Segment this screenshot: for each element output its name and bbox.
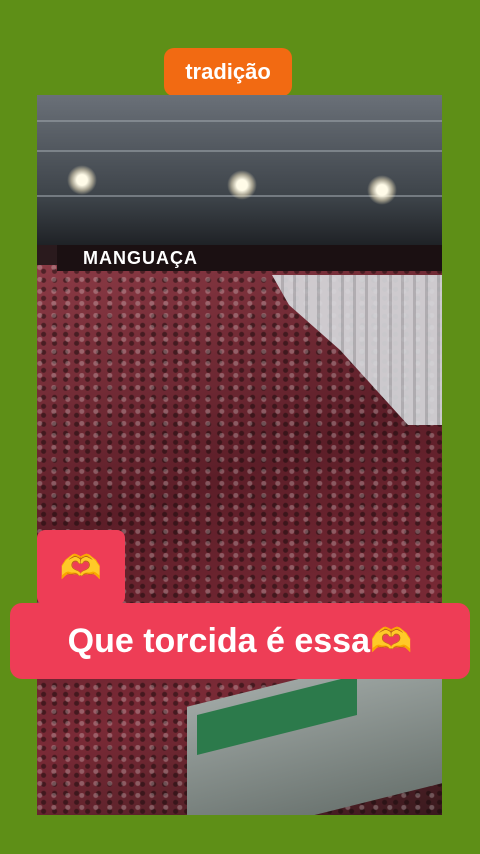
tag-label: tradição (164, 48, 292, 96)
stadium-light (227, 170, 257, 200)
stadium-light (367, 175, 397, 205)
caption-text: Que torcida é essa🫶 (10, 603, 470, 679)
heart-hands-emoji-box: 🫶 (37, 530, 125, 605)
stadium-roof (37, 95, 442, 245)
heart-hands-icon: 🫶 (59, 548, 103, 587)
video-frame[interactable]: MANGUAÇA (37, 95, 442, 815)
stadium-banner: MANGUAÇA (57, 245, 442, 271)
stadium-light (67, 165, 97, 195)
